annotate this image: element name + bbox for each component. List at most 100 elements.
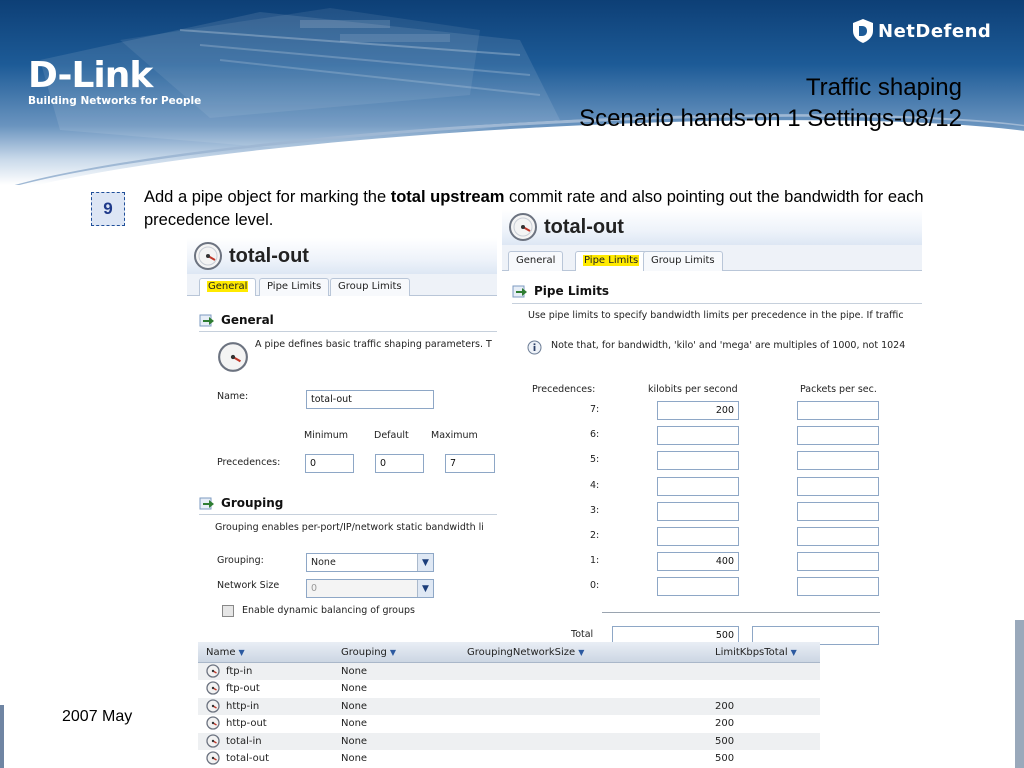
tab-group-limits[interactable]: Group Limits xyxy=(330,278,410,296)
dynamic-balancing-checkbox[interactable] xyxy=(222,605,234,617)
sort-arrow-icon: ▼ xyxy=(578,648,585,657)
gauge-icon xyxy=(206,751,220,765)
total-divider xyxy=(602,612,880,613)
precedence-pps-input[interactable] xyxy=(797,527,879,546)
precedence-kbps-input[interactable] xyxy=(657,426,739,446)
gauge-icon xyxy=(194,242,222,270)
window-title: total-out xyxy=(544,215,624,238)
section-arrow-icon xyxy=(199,497,214,510)
minimum-column-label: Minimum xyxy=(304,430,349,441)
row-limit: 500 xyxy=(715,752,735,764)
tab-bar: General Pipe Limits Group Limits xyxy=(187,274,497,296)
tab-general[interactable]: General xyxy=(508,251,564,271)
column-label: Grouping xyxy=(341,647,387,658)
precedence-row-label: 3: xyxy=(590,504,600,516)
precedence-kbps-input[interactable]: 400 xyxy=(657,552,739,572)
precedence-row-label: 7: xyxy=(590,404,600,415)
network-size-select[interactable]: 0 ▼ xyxy=(306,579,434,598)
dropdown-arrow-icon[interactable]: ▼ xyxy=(417,554,433,571)
sort-arrow-icon: ▼ xyxy=(238,648,245,657)
table-row[interactable]: total-in None 500 xyxy=(198,732,820,750)
table-header: Name ▼ Grouping ▼ GroupingNetworkSize ▼ Lim… xyxy=(198,642,820,663)
column-header-grouping-network-size[interactable]: GroupingNetworkSize ▼ xyxy=(467,647,584,658)
table-row[interactable]: total-out None 500 xyxy=(198,750,820,767)
sort-arrow-icon: ▼ xyxy=(790,648,797,657)
bandwidth-note: Note that, for bandwidth, 'kilo' and 'me… xyxy=(551,340,906,351)
precedence-pps-input[interactable] xyxy=(797,426,879,446)
divider xyxy=(199,514,497,515)
column-label: LimitKbpsTotal xyxy=(715,647,788,658)
precedences-column-label: Precedences: xyxy=(532,384,596,395)
window-header: total-out xyxy=(187,238,497,274)
column-header-limit-kbps-total[interactable]: LimitKbpsTotal ▼ xyxy=(715,647,797,658)
precedence-maximum-input[interactable]: 7 xyxy=(445,454,495,473)
dlink-logo: D-Link Building Networks for People xyxy=(28,55,201,108)
tab-pipe-limits[interactable]: Pipe Limits xyxy=(575,251,648,271)
slide-title: Traffic shaping Scenario hands-on 1 Sett… xyxy=(579,72,962,134)
netdefend-brand: NetDefend xyxy=(852,18,991,44)
precedence-row-label: 1: xyxy=(590,555,600,567)
step-badge: 9 xyxy=(91,192,125,226)
precedence-kbps-input[interactable] xyxy=(657,476,739,496)
precedence-minimum-input[interactable]: 0 xyxy=(305,454,354,473)
row-grouping: None xyxy=(341,666,368,677)
gauge-icon xyxy=(206,733,220,748)
grouping-section-header: Grouping xyxy=(199,495,497,511)
table-row[interactable]: http-out None 200 xyxy=(198,715,820,732)
precedence-kbps-input[interactable] xyxy=(657,577,739,597)
precedence-pps-input[interactable] xyxy=(797,401,879,420)
precedence-pps-input[interactable] xyxy=(797,476,879,496)
tab-pipe-limits[interactable]: Pipe Limits xyxy=(259,278,330,296)
tab-general[interactable]: General xyxy=(199,278,257,296)
logo-name: D-Link xyxy=(28,55,153,96)
shield-icon xyxy=(853,19,873,43)
row-name: total-in xyxy=(226,735,262,747)
row-limit: 500 xyxy=(715,735,735,747)
grouping-description: Grouping enables per-port/IP/network sta… xyxy=(215,522,484,533)
precedence-pps-input[interactable] xyxy=(797,501,879,521)
grouping-select[interactable]: None ▼ xyxy=(306,553,434,572)
pipe-limits-section-header: Pipe Limits xyxy=(512,283,609,299)
table-row[interactable]: ftp-out None xyxy=(198,680,820,697)
row-name: ftp-in xyxy=(226,666,253,677)
precedence-row-label: 4: xyxy=(590,479,600,491)
general-heading: General xyxy=(221,313,274,327)
precedence-kbps-input[interactable] xyxy=(657,451,739,471)
precedence-row-label: 0: xyxy=(590,580,600,592)
table-row[interactable]: http-in None 200 xyxy=(198,697,820,716)
tab-group-limits[interactable]: Group Limits xyxy=(643,251,723,271)
precedence-kbps-input[interactable]: 200 xyxy=(657,401,739,420)
column-header-name[interactable]: Name ▼ xyxy=(206,647,245,658)
divider xyxy=(199,331,497,332)
precedence-kbps-input[interactable] xyxy=(657,501,739,521)
precedence-pps-input[interactable] xyxy=(797,451,879,471)
gauge-icon xyxy=(206,681,220,696)
section-heading: General xyxy=(199,312,497,328)
general-description: A pipe defines basic traffic shaping par… xyxy=(255,339,492,350)
gauge-icon xyxy=(206,699,220,713)
precedence-pps-input[interactable] xyxy=(797,552,879,572)
brand-text: NetDefend xyxy=(878,20,992,42)
name-input[interactable]: total-out xyxy=(306,390,434,409)
section-heading: Pipe Limits xyxy=(512,283,609,299)
table-row[interactable]: ftp-in None xyxy=(198,663,820,681)
network-size-label: Network Size xyxy=(217,580,280,591)
precedence-default-input[interactable]: 0 xyxy=(375,454,424,473)
window-title: total-out xyxy=(229,244,309,267)
maximum-column-label: Maximum xyxy=(431,430,478,441)
divider xyxy=(512,303,922,304)
section-arrow-icon xyxy=(512,285,527,298)
precedence-pps-input[interactable] xyxy=(797,577,879,597)
slide-frame-right xyxy=(1015,620,1024,768)
column-header-grouping[interactable]: Grouping ▼ xyxy=(341,647,396,658)
gauge-icon xyxy=(206,664,220,678)
default-column-label: Default xyxy=(374,430,409,441)
gauge-icon xyxy=(206,716,220,730)
precedence-kbps-input[interactable] xyxy=(657,527,739,546)
instruction-text-1: Add a pipe object for marking the xyxy=(144,188,391,206)
pipe-limits-window: total-out General Pipe Limits Group Limi… xyxy=(502,209,922,645)
row-limit: 200 xyxy=(715,700,735,712)
dropdown-arrow-icon[interactable]: ▼ xyxy=(417,580,433,597)
title-line-2: Scenario hands-on 1 Settings-08/12 xyxy=(579,105,962,132)
grouping-label: Grouping: xyxy=(217,555,264,566)
